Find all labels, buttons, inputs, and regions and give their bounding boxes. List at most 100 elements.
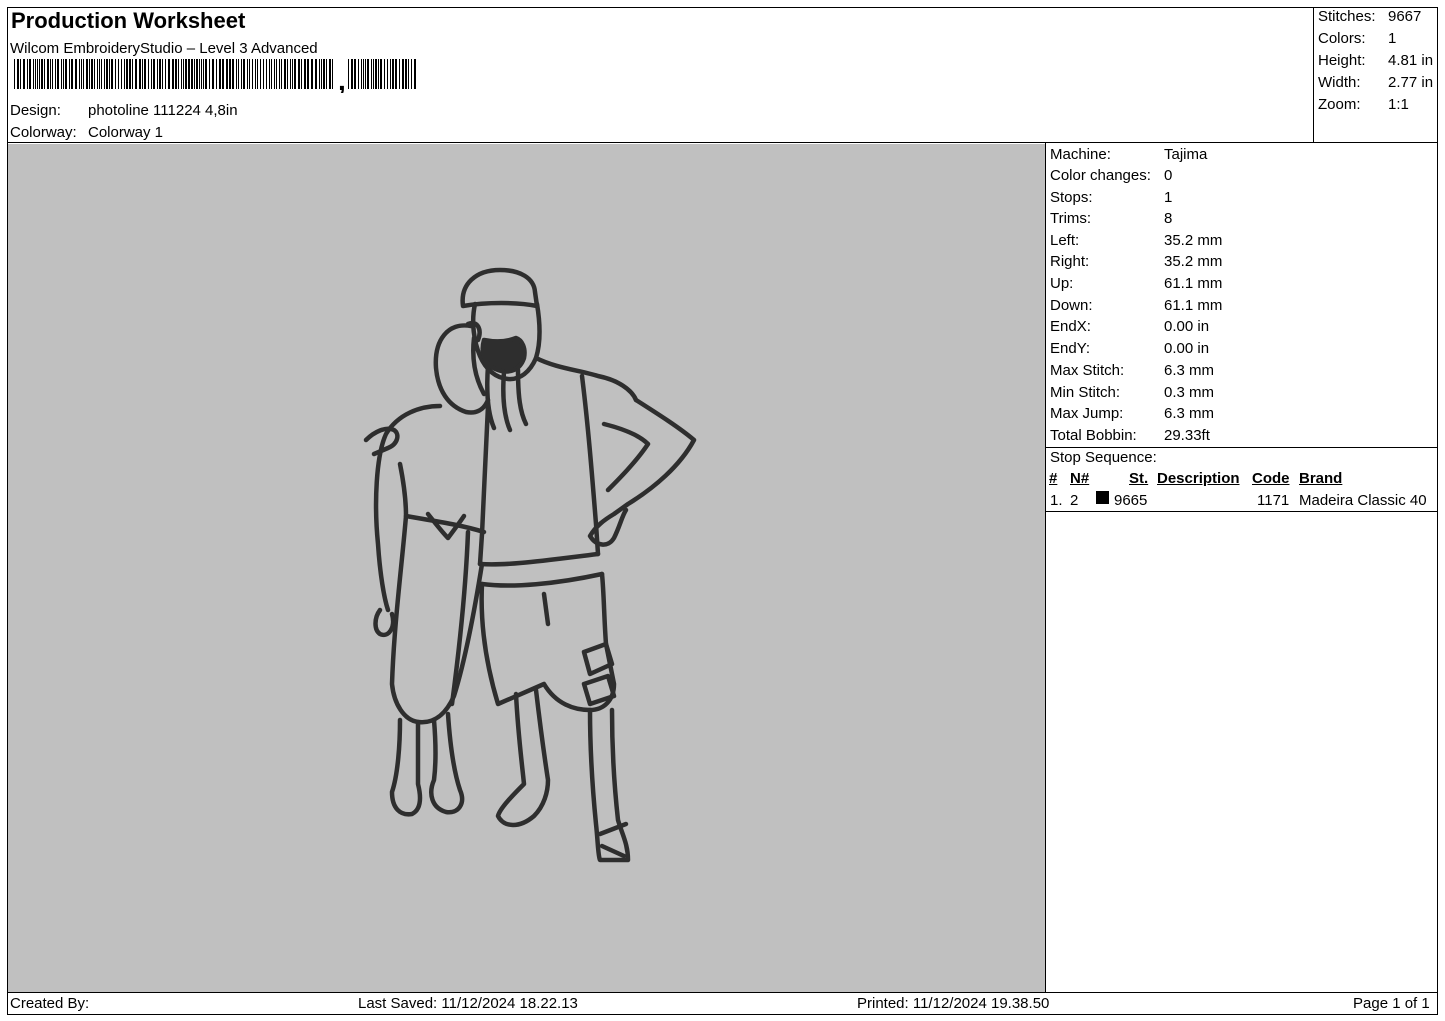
barcode-bar [294, 59, 296, 89]
stop-row-brand: Madeira Classic 40 [1299, 492, 1427, 509]
barcode-bar [232, 59, 234, 89]
barcode-bar [384, 59, 385, 89]
embroidery-figure [363, 267, 697, 863]
woman-right-leg [429, 711, 465, 815]
page-title: Production Worksheet [11, 8, 246, 33]
barcode-bar [129, 59, 131, 89]
barcode-bar [142, 59, 143, 89]
stop-row-stitches: 9665 [1114, 492, 1148, 509]
barcode-bar [14, 59, 15, 89]
man-arm [587, 397, 697, 547]
barcode-bar [162, 59, 163, 89]
design-label: Design: [10, 102, 61, 119]
col-header-description: Description [1157, 470, 1240, 487]
barcode-bar [249, 59, 250, 89]
barcode-bar [188, 59, 190, 89]
barcode-bar [172, 59, 174, 89]
design-preview [8, 144, 1045, 992]
barcode-bar [106, 59, 108, 89]
barcode-bar [115, 59, 116, 89]
footer-created-by: Created By: [10, 995, 90, 1012]
barcode-bar [132, 59, 133, 89]
summary-divider [1313, 7, 1314, 143]
barcode-bar [196, 59, 198, 89]
barcode-bar [124, 59, 125, 89]
barcode-bar [229, 59, 231, 89]
thread-color-swatch [1096, 491, 1109, 504]
barcode-bar [159, 59, 161, 89]
barcode-bar [266, 59, 267, 89]
barcode-bar [281, 59, 282, 89]
footer-printed: Printed: 11/12/2024 19.38.50 [857, 995, 1050, 1012]
barcode-bar [371, 59, 372, 89]
footer-page-number: Page 1 of 1 [1353, 995, 1430, 1012]
barcode-bar [57, 59, 59, 89]
barcode-bar [121, 59, 122, 89]
barcode-bar [263, 59, 264, 89]
barcode-bar [39, 59, 40, 89]
man-belt [477, 551, 605, 588]
woman-top [397, 461, 487, 535]
barcode-bar [290, 59, 291, 89]
barcode-bar [203, 59, 204, 89]
barcode-bar [86, 59, 88, 89]
barcode-bar [33, 59, 34, 89]
barcode-bar [104, 59, 105, 89]
barcode-bar [358, 59, 359, 89]
barcode-bar [292, 59, 293, 89]
barcode-bar [37, 59, 38, 89]
man-left-leg [495, 687, 551, 828]
man-torso-left [477, 403, 491, 567]
barcode-bar [89, 59, 90, 89]
barcode-bar [71, 59, 73, 89]
barcode-bar [378, 59, 379, 89]
barcode-bar [63, 59, 64, 89]
barcode-bar [284, 59, 286, 89]
barcode-bar [241, 59, 242, 89]
barcode-bar [257, 59, 258, 89]
barcode-bar [205, 59, 207, 89]
barcode-bar [375, 59, 377, 89]
barcode-bar [75, 59, 77, 89]
barcode-bar [326, 59, 327, 89]
barcode-bar [363, 59, 364, 89]
barcode-bar [319, 59, 320, 89]
barcode-bar [50, 59, 51, 89]
barcode-bar [243, 59, 245, 89]
barcode-bar [408, 59, 409, 89]
colorway-label: Colorway: [10, 124, 77, 141]
header-divider [7, 142, 1438, 143]
svg-text:,: , [338, 65, 346, 93]
woman-hand-down [373, 607, 396, 638]
barcode-bar [279, 59, 280, 89]
barcode-bar [79, 59, 80, 89]
col-header-num: # [1049, 470, 1058, 487]
barcode-bar [47, 59, 49, 89]
man-shorts-pocket [581, 641, 617, 707]
barcode-bar [252, 59, 253, 89]
barcode-bar [209, 59, 210, 89]
barcode-bar [269, 59, 270, 89]
barcode-bar [118, 59, 119, 89]
footer-last-saved: Last Saved: 11/12/2024 18.22.13 [358, 995, 578, 1012]
barcode-bar [191, 59, 193, 89]
barcode-bar [199, 59, 200, 89]
man-shorts-crease [541, 591, 551, 627]
barcode-bar [260, 59, 261, 89]
barcode-bar [332, 59, 333, 89]
barcode-bar [247, 59, 248, 89]
col-header-st: St. [1129, 470, 1149, 487]
barcode-bar [41, 59, 43, 89]
barcode-bar [212, 59, 214, 89]
barcode-bar [304, 59, 306, 89]
barcode-bar [373, 59, 374, 89]
barcode-bar [144, 59, 146, 89]
stop-sequence-divider [1045, 511, 1438, 512]
barcode-bar [399, 59, 400, 89]
barcode-bar [61, 59, 62, 89]
barcode-bar [55, 59, 56, 89]
col-header-brand: Brand [1299, 470, 1343, 487]
barcode-bar [99, 59, 100, 89]
barcode-bar [168, 59, 170, 89]
barcode-bar [111, 59, 113, 89]
